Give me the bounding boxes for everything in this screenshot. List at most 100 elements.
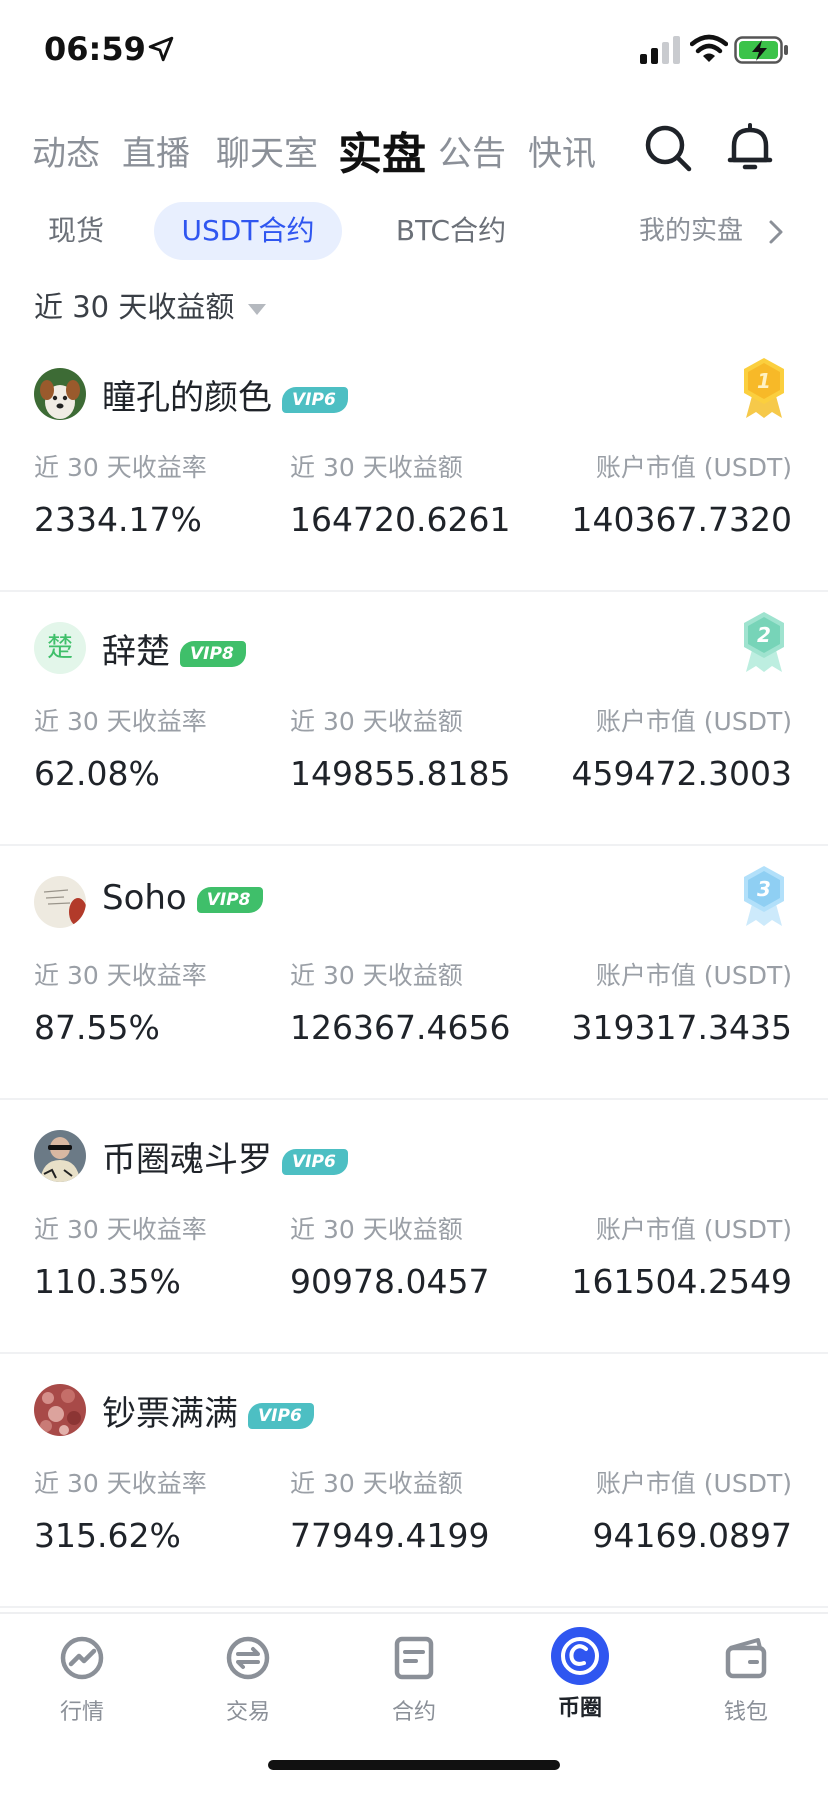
tab-live[interactable]: 直播	[122, 126, 190, 175]
tab-contract[interactable]: 合约	[354, 1632, 474, 1726]
dropdown-triangle-icon	[248, 303, 267, 315]
rate-label: 近 30 天收益率	[34, 1215, 207, 1244]
sub-tabs: 现货 USDT合约 BTC合约 我的实盘	[0, 202, 828, 262]
avatar[interactable]	[34, 876, 86, 928]
trader-name-text: 瞳孔的颜色	[102, 378, 272, 418]
avatar[interactable]	[34, 368, 86, 420]
sort-selector[interactable]: 近 30 天收益额	[34, 284, 267, 324]
wallet-icon	[725, 1638, 767, 1679]
tab-trade[interactable]: 交易	[188, 1632, 308, 1726]
tab-dynamics[interactable]: 动态	[32, 126, 100, 175]
trader-name[interactable]: Soho VIP8	[102, 878, 263, 918]
subtab-btc-contract[interactable]: BTC合约	[378, 202, 524, 260]
market-value: 459472.3003	[571, 754, 792, 793]
battery-charging-icon	[734, 36, 788, 64]
vip-badge: VIP8	[196, 886, 263, 913]
trader-name[interactable]: 币圈魂斗罗 VIP6	[102, 1132, 348, 1181]
trader-name-text: 辞楚	[102, 632, 170, 672]
home-indicator	[268, 1760, 560, 1770]
rate-value: 110.35%	[34, 1262, 181, 1301]
avatar[interactable]: 楚	[34, 622, 86, 674]
coin-circle-icon	[551, 1627, 609, 1685]
status-bar: 06:59	[0, 0, 828, 100]
location-arrow-icon	[148, 36, 174, 62]
tab-wallet-label: 钱包	[723, 1700, 768, 1725]
amount-label: 近 30 天收益额	[290, 453, 463, 482]
rate-value: 315.62%	[34, 1516, 181, 1555]
amount-value: 77949.4199	[290, 1516, 490, 1555]
tab-wallet[interactable]: 钱包	[686, 1632, 806, 1726]
market-value: 319317.3435	[571, 1008, 792, 1047]
rate-label: 近 30 天收益率	[34, 707, 207, 736]
medal-rank: 1	[757, 369, 771, 393]
trader-list: 瞳孔的颜色 VIP6 1 近 30 天收益率 近 30 天收益额 账户市值 (US…	[0, 338, 828, 1608]
subtab-spot[interactable]: 现货	[26, 202, 126, 260]
trader-name-text: 钞票满满	[102, 1394, 238, 1434]
avatar[interactable]	[34, 1384, 86, 1436]
rate-value: 87.55%	[34, 1008, 160, 1047]
market-value-label: 账户市值 (USDT)	[595, 1215, 792, 1244]
trader-name[interactable]: 瞳孔的颜色 VIP6	[102, 370, 348, 419]
vip-badge: VIP6	[282, 386, 348, 413]
vip-badge: VIP6	[282, 1148, 348, 1175]
silver-medal-icon: 2	[744, 612, 784, 672]
tab-market[interactable]: 行情	[22, 1632, 142, 1726]
rate-label: 近 30 天收益率	[34, 961, 207, 990]
trader-card[interactable]: 楚 辞楚 VIP8 2 近 30 天收益率 近 30 天收益额 账户市值 (USD…	[0, 592, 828, 846]
chevron-right-icon[interactable]	[766, 218, 786, 246]
tab-coin-circle-label: 币圈	[557, 1696, 602, 1721]
sort-label: 近 30 天收益额	[34, 290, 235, 324]
trader-name-text: 币圈魂斗罗	[102, 1140, 272, 1180]
tab-announcements[interactable]: 公告	[438, 126, 506, 175]
market-chart-icon	[60, 1636, 104, 1680]
amount-value: 90978.0457	[290, 1262, 490, 1301]
trader-card[interactable]: 币圈魂斗罗 VIP6 近 30 天收益率 近 30 天收益额 账户市值 (USDT…	[0, 1100, 828, 1354]
amount-value: 149855.8185	[290, 754, 511, 793]
vip-badge: VIP8	[180, 640, 246, 667]
medal-rank: 2	[757, 623, 771, 647]
amount-label: 近 30 天收益额	[290, 707, 463, 736]
avatar[interactable]	[34, 1130, 86, 1182]
bronze-medal-icon: 3	[744, 866, 784, 926]
bell-icon[interactable]	[724, 122, 776, 174]
rate-label: 近 30 天收益率	[34, 453, 207, 482]
wifi-icon	[690, 34, 728, 62]
amount-label: 近 30 天收益额	[290, 1469, 463, 1498]
tab-real-trading[interactable]: 实盘	[338, 118, 426, 182]
market-value: 94169.0897	[592, 1516, 792, 1555]
top-nav: 动态 直播 聊天室 实盘 公告 快讯	[0, 118, 828, 182]
market-value-label: 账户市值 (USDT)	[595, 707, 792, 736]
trader-card[interactable]: 钞票满满 VIP6 近 30 天收益率 近 30 天收益额 账户市值 (USDT)…	[0, 1354, 828, 1608]
rate-value: 2334.17%	[34, 500, 202, 539]
trader-card[interactable]: Soho VIP8 3 近 30 天收益率 近 30 天收益额 账户市值 (USD…	[0, 846, 828, 1100]
subtab-usdt-contract[interactable]: USDT合约	[154, 202, 342, 260]
amount-label: 近 30 天收益额	[290, 1215, 463, 1244]
cellular-signal-icon	[640, 36, 680, 64]
trader-card[interactable]: 瞳孔的颜色 VIP6 1 近 30 天收益率 近 30 天收益额 账户市值 (US…	[0, 338, 828, 592]
tab-market-label: 行情	[59, 1700, 104, 1725]
trader-name[interactable]: 辞楚 VIP8	[102, 624, 246, 673]
rate-label: 近 30 天收益率	[34, 1469, 207, 1498]
tab-news-flash[interactable]: 快讯	[528, 126, 596, 175]
medal-rank: 3	[757, 877, 771, 901]
trader-name[interactable]: 钞票满满 VIP6	[102, 1386, 314, 1435]
document-icon	[394, 1636, 434, 1680]
market-value-label: 账户市值 (USDT)	[595, 961, 792, 990]
tab-contract-label: 合约	[391, 1700, 436, 1725]
tab-coin-circle[interactable]: 币圈	[520, 1627, 640, 1722]
exchange-icon	[226, 1636, 270, 1680]
vip-badge: VIP6	[248, 1402, 314, 1429]
market-value-label: 账户市值 (USDT)	[595, 1469, 792, 1498]
market-value: 140367.7320	[571, 500, 792, 539]
amount-label: 近 30 天收益额	[290, 961, 463, 990]
amount-value: 164720.6261	[290, 500, 511, 539]
market-value-label: 账户市值 (USDT)	[595, 453, 792, 482]
status-time: 06:59	[44, 30, 146, 68]
tab-chatroom[interactable]: 聊天室	[216, 126, 318, 175]
tab-trade-label: 交易	[225, 1700, 270, 1725]
rate-value: 62.08%	[34, 754, 160, 793]
my-real-trading-link[interactable]: 我的实盘	[626, 202, 756, 260]
search-icon[interactable]	[642, 122, 694, 174]
amount-value: 126367.4656	[290, 1008, 511, 1047]
gold-medal-icon: 1	[744, 358, 784, 418]
